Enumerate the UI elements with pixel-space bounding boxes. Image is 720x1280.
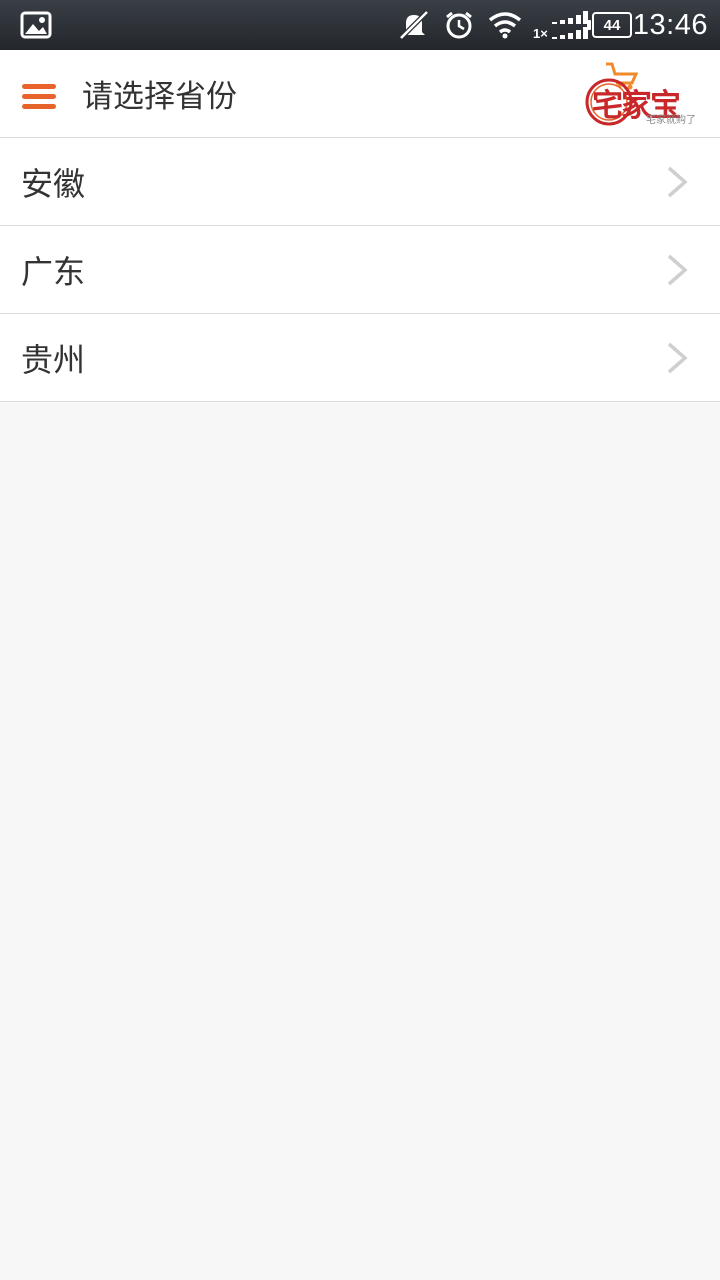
image-notification-icon: [20, 0, 52, 50]
province-label: 贵州: [21, 340, 86, 379]
province-row-guizhou[interactable]: 贵州: [0, 314, 720, 402]
signal-icon: 1×: [533, 0, 588, 50]
chevron-right-icon: [667, 166, 688, 198]
hamburger-menu-icon[interactable]: [18, 74, 60, 116]
chevron-right-icon: [667, 342, 688, 374]
signal-label: 1×: [533, 25, 548, 41]
alarm-icon: [444, 0, 474, 50]
chevron-right-icon: [667, 254, 688, 286]
status-time: 13:46: [632, 8, 708, 41]
battery-icon: 44: [587, 0, 632, 50]
province-list: 安徽 广东 贵州: [0, 138, 720, 402]
status-bar: 1× 44 13:46: [0, 0, 720, 50]
battery-level: 44: [603, 16, 621, 34]
province-row-anhui[interactable]: 安徽: [0, 138, 720, 226]
province-label: 安徽: [21, 164, 86, 203]
brand-logo: 宅家宝 宅家就购了: [584, 60, 700, 128]
wifi-icon: [488, 0, 522, 50]
mute-icon: [398, 0, 430, 50]
province-row-guangdong[interactable]: 广东: [0, 226, 720, 314]
app-bar: 请选择省份 宅家宝 宅家就购了: [0, 50, 720, 138]
page-title: 请选择省份: [82, 79, 237, 115]
logo-slogan: 宅家就购了: [646, 115, 696, 126]
province-label: 广东: [21, 252, 86, 291]
